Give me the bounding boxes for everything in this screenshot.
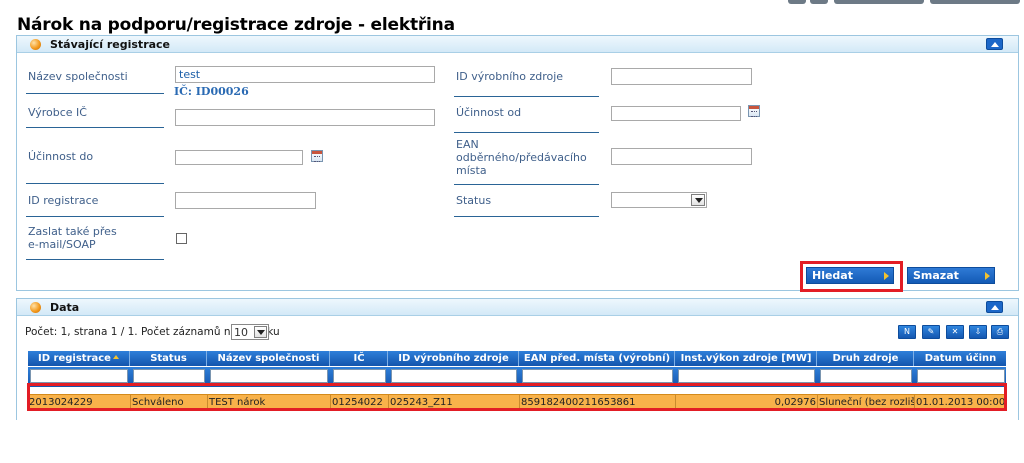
valid-from-label: Účinnost od bbox=[456, 106, 522, 119]
export-icon[interactable]: ⇩ bbox=[969, 325, 987, 339]
divider bbox=[26, 183, 164, 184]
orange-bullet-icon bbox=[30, 39, 41, 50]
search-panel-title: Stávající registrace bbox=[50, 38, 171, 51]
source-id-input[interactable] bbox=[611, 68, 752, 85]
column-header[interactable]: ID registrace bbox=[28, 351, 130, 366]
filter-input[interactable] bbox=[133, 369, 205, 383]
clear-button-label: Smazat bbox=[913, 269, 959, 282]
column-header[interactable]: Status bbox=[131, 351, 207, 366]
data-panel-header: Data bbox=[17, 299, 1018, 316]
grid-header: ID registrace Status Název společnosti I… bbox=[28, 351, 1006, 366]
filter-input[interactable] bbox=[678, 369, 815, 383]
new-record-icon[interactable]: N bbox=[898, 325, 916, 339]
highlight-frame bbox=[800, 261, 903, 292]
divider bbox=[26, 93, 164, 94]
divider bbox=[454, 184, 599, 185]
valid-to-label: Účinnost do bbox=[28, 150, 94, 163]
divider bbox=[454, 96, 599, 97]
filter-input[interactable] bbox=[210, 369, 328, 383]
column-header[interactable]: EAN před. místa (výrobní) bbox=[520, 351, 675, 366]
valid-from-input[interactable] bbox=[611, 106, 741, 121]
toolbar-tab[interactable] bbox=[810, 0, 828, 4]
chevron-down-icon bbox=[254, 326, 267, 338]
send-email-checkbox[interactable] bbox=[176, 233, 187, 244]
arrow-right-icon bbox=[985, 272, 990, 280]
calendar-icon[interactable] bbox=[311, 150, 323, 162]
filter-input[interactable] bbox=[30, 369, 128, 383]
calendar-icon[interactable] bbox=[748, 105, 760, 117]
toolbar-tab[interactable] bbox=[930, 0, 1020, 4]
divider bbox=[26, 127, 164, 128]
producer-ic-label: Výrobce IČ bbox=[28, 106, 87, 119]
source-id-label: ID výrobního zdroje bbox=[456, 70, 564, 83]
search-panel: Stávající registrace Název společnosti t… bbox=[16, 35, 1019, 292]
filter-input[interactable] bbox=[522, 369, 673, 383]
data-panel: Data Počet: 1, strana 1 / 1. Počet zázna… bbox=[16, 298, 1019, 420]
collapse-icon[interactable] bbox=[986, 38, 1003, 50]
divider bbox=[454, 132, 599, 133]
divider bbox=[26, 216, 164, 217]
filter-input[interactable] bbox=[820, 369, 912, 383]
delete-icon[interactable]: ✕ bbox=[946, 325, 964, 339]
filter-input[interactable] bbox=[333, 369, 386, 383]
ic-value: IČ: ID00026 bbox=[174, 85, 249, 98]
status-label: Status bbox=[456, 194, 492, 207]
divider bbox=[26, 259, 164, 260]
company-name-input[interactable]: test bbox=[175, 66, 435, 83]
column-header[interactable]: Inst.výkon zdroje [MW] bbox=[676, 351, 817, 366]
chevron-down-icon bbox=[691, 194, 705, 206]
divider bbox=[454, 216, 599, 217]
page-size-value: 10 bbox=[234, 326, 248, 339]
column-header[interactable]: Datum účinn bbox=[915, 351, 1006, 366]
column-header[interactable]: Druh zdroje bbox=[818, 351, 914, 366]
sort-ascending-icon bbox=[112, 355, 119, 359]
ean-input[interactable] bbox=[611, 148, 752, 165]
print-icon[interactable]: ⎙ bbox=[991, 325, 1009, 339]
column-header[interactable]: ID výrobního zdroje bbox=[389, 351, 519, 366]
toolbar-tab[interactable] bbox=[834, 0, 924, 4]
toolbar-tab[interactable] bbox=[788, 0, 806, 4]
search-panel-header: Stávající registrace bbox=[17, 36, 1018, 53]
page-title: Nárok na podporu/registrace zdroje - ele… bbox=[17, 15, 455, 35]
registration-id-input[interactable] bbox=[175, 192, 316, 209]
column-header[interactable]: Název společnosti bbox=[208, 351, 330, 366]
top-toolbar-strip bbox=[0, 0, 1024, 6]
page-size-select[interactable]: 10 bbox=[231, 324, 269, 340]
orange-bullet-icon bbox=[30, 302, 41, 313]
registration-id-label: ID registrace bbox=[28, 194, 99, 207]
producer-ic-input[interactable] bbox=[175, 109, 435, 126]
ean-label: EAN odběrného/předávacího místa bbox=[456, 138, 587, 177]
column-header[interactable]: IČ bbox=[331, 351, 388, 366]
edit-icon[interactable]: ✎ bbox=[922, 325, 940, 339]
filter-input[interactable] bbox=[391, 369, 517, 383]
send-email-label: Zaslat také přes e-mail/SOAP bbox=[28, 225, 117, 251]
collapse-icon[interactable] bbox=[986, 301, 1003, 313]
filter-input[interactable] bbox=[917, 369, 1005, 383]
valid-to-input[interactable] bbox=[175, 150, 303, 165]
highlight-frame bbox=[27, 383, 1007, 411]
status-select[interactable] bbox=[611, 192, 707, 208]
data-panel-title: Data bbox=[50, 301, 80, 314]
clear-button[interactable]: Smazat bbox=[907, 267, 995, 284]
company-name-label: Název společnosti bbox=[28, 70, 128, 83]
